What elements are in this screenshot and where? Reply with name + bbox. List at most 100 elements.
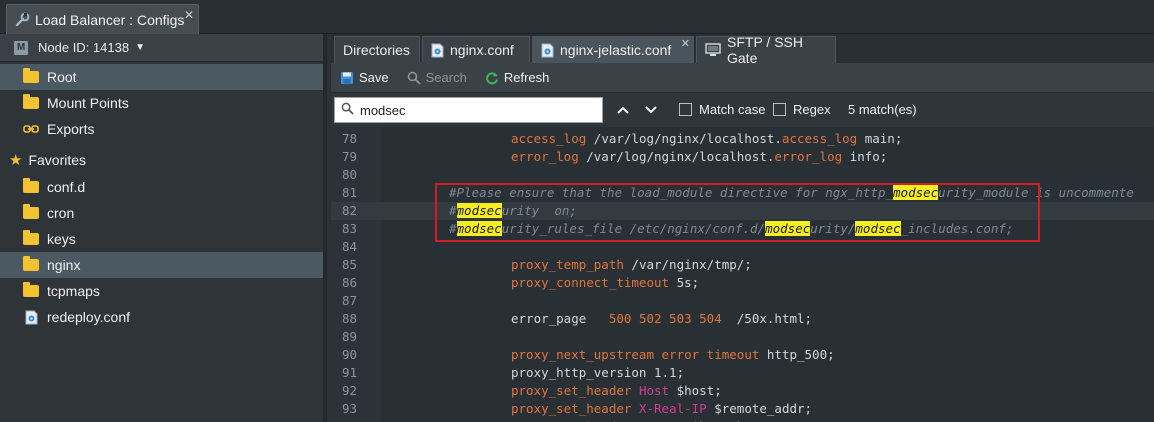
code-line[interactable]: 79 error_log /var/log/nginx/localhost.err… — [331, 148, 1154, 166]
node-selector[interactable]: M Node ID: 14138 ▼ — [0, 34, 323, 62]
tree-item-label: Exports — [47, 121, 95, 137]
tree-item-redeploy-conf[interactable]: redeploy.conf — [0, 304, 323, 330]
tree-item-exports[interactable]: Exports — [0, 116, 323, 142]
tree-item-label: Root — [47, 69, 77, 85]
line-number: 80 — [341, 167, 357, 182]
line-text: proxy_connect_timeout 5s; — [511, 274, 699, 292]
line-number: 86 — [341, 275, 357, 290]
code-line[interactable]: 80 — [331, 166, 1154, 184]
chevron-down-icon — [645, 106, 657, 114]
refresh-button[interactable]: Refresh — [485, 70, 550, 85]
search-icon — [341, 102, 354, 118]
code-line[interactable]: 93 proxy_set_header X-Real-IP $remote_add… — [331, 400, 1154, 418]
code-token: main; — [857, 131, 903, 146]
search-button[interactable]: Search — [407, 70, 467, 85]
tab-label: nginx-jelastic.conf — [560, 42, 672, 58]
line-number: 91 — [341, 365, 357, 380]
editor-toolbar: Save Search Refresh — [331, 63, 1154, 93]
code-token: access_log — [781, 131, 858, 146]
tab-sftp-ssh-gate[interactable]: SFTP / SSH Gate — [696, 34, 836, 66]
tree-item-conf-d[interactable]: conf.d — [0, 174, 323, 200]
find-bar: Match case Regex 5 match(es) — [331, 93, 1154, 127]
regex-toggle[interactable]: Regex — [773, 102, 831, 117]
window-titlebar: Load Balancer : Configs ✕ — [0, 0, 1154, 34]
favorites-label: Favorites — [28, 152, 87, 168]
code-token: $remote_addr; — [706, 401, 813, 416]
tree-item-label: redeploy.conf — [47, 309, 131, 325]
line-number: 90 — [341, 347, 357, 362]
code-line[interactable]: 90 proxy_next_upstream error timeout http… — [331, 346, 1154, 364]
refresh-label: Refresh — [503, 70, 550, 85]
line-text: proxy_next_upstream error timeout http_5… — [511, 346, 835, 364]
code-token: /var/log/nginx/localhost. — [578, 149, 775, 164]
code-line[interactable]: 85 proxy_temp_path /var/nginx/tmp/; — [331, 256, 1154, 274]
match-case-toggle[interactable]: Match case — [679, 102, 765, 117]
line-number: 94 — [331, 418, 357, 422]
close-icon[interactable]: ✕ — [681, 37, 690, 50]
code-token: error timeout — [661, 347, 760, 362]
line-text: access_log /var/log/nginx/localhost.acce… — [511, 130, 902, 148]
save-button[interactable]: Save — [340, 70, 389, 85]
code-line[interactable]: 86 proxy_connect_timeout 5s; — [331, 274, 1154, 292]
line-number: 82 — [341, 203, 357, 218]
favorites-header[interactable]: ★ Favorites — [0, 146, 323, 174]
close-icon[interactable]: ✕ — [184, 8, 194, 22]
tree-item-label: conf.d — [47, 179, 86, 195]
tree-item-nginx[interactable]: nginx — [0, 252, 323, 278]
code-token: proxy_next_upstream — [511, 347, 654, 362]
window-tab[interactable]: Load Balancer : Configs ✕ — [6, 4, 199, 34]
tree-item-mount-points[interactable]: Mount Points — [0, 90, 323, 116]
code-token: error_log — [511, 149, 579, 164]
save-label: Save — [359, 70, 389, 85]
tab-nginx-conf[interactable]: nginx.conf — [422, 36, 530, 63]
file-gear-icon — [431, 43, 444, 58]
link-icon — [23, 122, 39, 136]
code-token: access_log — [511, 131, 587, 146]
next-match-button[interactable] — [641, 100, 661, 120]
code-line[interactable]: 89 — [331, 328, 1154, 346]
previous-match-button[interactable] — [613, 100, 633, 120]
folder-icon — [23, 230, 39, 246]
code-token: proxy_set_header — [511, 383, 632, 398]
tree-item-label: nginx — [47, 257, 81, 273]
folder-icon — [23, 68, 39, 84]
code-token: Host — [638, 383, 670, 398]
line-text: proxy_set_header X-Host $http_host; — [511, 418, 774, 422]
save-icon — [340, 71, 354, 85]
regex-label: Regex — [793, 102, 831, 117]
find-input[interactable] — [360, 102, 590, 118]
window-title: Load Balancer : Configs — [35, 11, 185, 28]
match-case-checkbox[interactable] — [679, 103, 692, 116]
tree-item-root[interactable]: Root — [0, 64, 323, 90]
line-number: 84 — [341, 239, 357, 254]
node-icon: M — [14, 40, 28, 55]
tree-item-label: Mount Points — [47, 95, 129, 111]
code-line[interactable]: 94 proxy_set_header X-Host $http_host; — [331, 418, 1154, 422]
tree-item-tcpmaps[interactable]: tcpmaps — [0, 278, 323, 304]
regex-checkbox[interactable] — [773, 103, 786, 116]
file-gear-icon — [541, 43, 554, 58]
tree-item-cron[interactable]: cron — [0, 200, 323, 226]
code-line[interactable]: 78 access_log /var/log/nginx/localhost.ac… — [331, 130, 1154, 148]
code-editor[interactable]: 78 access_log /var/log/nginx/localhost.ac… — [331, 127, 1154, 422]
find-input-wrapper[interactable] — [334, 97, 603, 123]
tab-directories[interactable]: Directories — [334, 36, 420, 63]
tab-nginx-jelastic-conf[interactable]: nginx-jelastic.conf ✕ — [532, 36, 694, 63]
monitor-icon — [705, 43, 721, 57]
code-line[interactable]: 92 proxy_set_header Host $host; — [331, 382, 1154, 400]
tree-item-keys[interactable]: keys — [0, 226, 323, 252]
code-line[interactable]: 87 — [331, 292, 1154, 310]
node-label: Node ID: 14138 — [38, 40, 130, 55]
line-text: proxy_set_header Host $host; — [511, 382, 722, 400]
match-case-label: Match case — [699, 102, 766, 117]
code-line[interactable]: 88 error_page 500 502 503 504 /50x.html; — [331, 310, 1154, 328]
tab-label: nginx.conf — [450, 42, 514, 58]
code-line[interactable]: 91 proxy_http_version 1.1; — [331, 364, 1154, 382]
tree-item-label: tcpmaps — [47, 283, 100, 299]
line-number: 78 — [341, 131, 357, 146]
code-token: proxy_http_version 1.1; — [511, 365, 685, 380]
line-number: 83 — [341, 221, 357, 236]
line-number: 88 — [341, 311, 357, 326]
editor-tabs: Directories nginx.conf nginx-jelastic.co… — [331, 34, 1154, 66]
